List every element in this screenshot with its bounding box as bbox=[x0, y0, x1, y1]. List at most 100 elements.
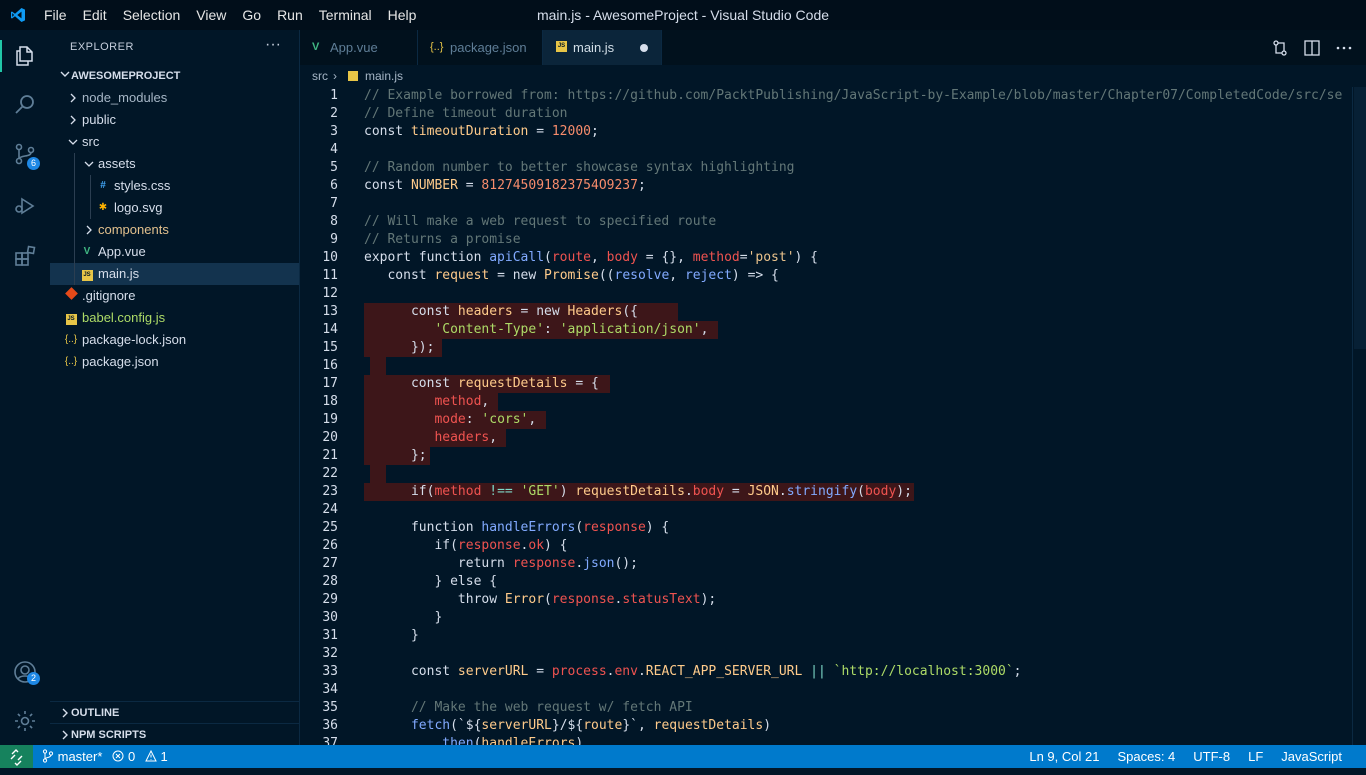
json-file-icon: {..} bbox=[64, 334, 78, 345]
code-token: }`, bbox=[622, 718, 654, 733]
code-token: response bbox=[457, 538, 521, 553]
code-token: ( bbox=[544, 250, 552, 265]
menu-go[interactable]: Go bbox=[234, 0, 269, 30]
code-line: 14 'Content-Type': 'application/json', bbox=[300, 321, 1352, 339]
tree-file[interactable]: ✱ logo.svg bbox=[50, 197, 299, 219]
code-token: 'application/json' bbox=[559, 322, 701, 337]
breadcrumb-separator: › bbox=[333, 69, 337, 83]
line-code: export function apiCall(route, body = {}… bbox=[364, 249, 818, 267]
tree-file[interactable]: JS main.js bbox=[50, 263, 299, 285]
code-token: process bbox=[551, 664, 607, 679]
tree-item-label: styles.css bbox=[114, 178, 171, 193]
code-token: serverURL bbox=[457, 664, 529, 679]
breadcrumb: src › main.js bbox=[300, 65, 1366, 87]
line-number: 26 bbox=[322, 538, 338, 553]
menu-terminal[interactable]: Terminal bbox=[311, 0, 380, 30]
npm-scripts-panel-header[interactable]: NPM SCRIPTS bbox=[50, 723, 299, 746]
line-number: 1 bbox=[330, 88, 338, 103]
code-token: response bbox=[512, 556, 576, 571]
line-code: .then(handleErrors) bbox=[364, 735, 583, 745]
indentation[interactable]: Spaces: 4 bbox=[1117, 745, 1175, 768]
tree-folder[interactable]: assets bbox=[50, 153, 299, 175]
more-actions-icon[interactable]: ··· bbox=[265, 36, 281, 54]
menu-view[interactable]: View bbox=[188, 0, 234, 30]
code-token: , bbox=[591, 250, 607, 265]
line-number: 30 bbox=[322, 610, 338, 625]
remote-indicator[interactable] bbox=[0, 745, 33, 768]
breadcrumb-folder[interactable]: src bbox=[312, 65, 328, 87]
code-line: 28 } else { bbox=[300, 573, 1352, 591]
split-editor-icon[interactable] bbox=[1302, 38, 1322, 58]
cursor-position[interactable]: Ln 9, Col 21 bbox=[1029, 745, 1099, 768]
run-debug-icon[interactable] bbox=[13, 194, 37, 218]
tab-label: App.vue bbox=[330, 40, 378, 55]
title-bar: File Edit Selection View Go Run Terminal Help m… bbox=[0, 0, 1366, 30]
problems-indicator[interactable]: 0 1 bbox=[112, 745, 168, 768]
code-token: method bbox=[434, 394, 482, 409]
code-token: Error bbox=[504, 592, 545, 607]
git-file-icon bbox=[64, 287, 78, 303]
error-icon bbox=[112, 750, 124, 762]
outline-panel-header[interactable]: OUTLINE bbox=[50, 701, 299, 724]
tree-file[interactable]: V App.vue bbox=[50, 241, 299, 263]
code-editor[interactable]: 1 // Example borrowed from: https://githu… bbox=[300, 87, 1352, 745]
code-token: , bbox=[700, 322, 709, 337]
language-mode[interactable]: JavaScript bbox=[1281, 745, 1342, 768]
chevron-right-icon bbox=[62, 708, 68, 718]
tree-folder[interactable]: public bbox=[50, 109, 299, 131]
tab-app-vue[interactable]: V App.vue bbox=[300, 30, 418, 65]
tree-file[interactable]: .gitignore bbox=[50, 285, 299, 307]
tree-folder[interactable]: node_modules bbox=[50, 87, 299, 109]
chevron-right-icon bbox=[62, 730, 68, 740]
more-actions-icon[interactable] bbox=[1334, 38, 1354, 58]
code-token: route bbox=[583, 718, 623, 733]
js-file-icon: JS bbox=[80, 267, 94, 281]
code-token: : bbox=[544, 322, 560, 337]
unsaved-dot-icon[interactable] bbox=[640, 44, 648, 52]
code-token: headers bbox=[434, 430, 490, 445]
menu-help[interactable]: Help bbox=[380, 0, 425, 30]
line-code: const serverURL = process.env.REACT_APP_… bbox=[364, 663, 1022, 681]
editor-scrollbar[interactable] bbox=[1352, 87, 1366, 745]
active-indicator bbox=[0, 40, 2, 72]
code-token: ) bbox=[575, 736, 584, 745]
tree-file[interactable]: JS babel.config.js bbox=[50, 307, 299, 329]
code-token: mode bbox=[434, 412, 466, 427]
error-count: 0 bbox=[128, 749, 136, 764]
line-code: // Returns a promise bbox=[364, 231, 521, 249]
branch-indicator[interactable]: master* bbox=[42, 745, 102, 768]
menu-edit[interactable]: Edit bbox=[75, 0, 115, 30]
project-folder-header[interactable]: AWESOMEPROJECT bbox=[50, 66, 299, 86]
breadcrumb-file[interactable]: main.js bbox=[365, 65, 403, 87]
scrollbar-thumb[interactable] bbox=[1354, 87, 1366, 349]
tree-file[interactable]: {..} package-lock.json bbox=[50, 329, 299, 351]
tab-package-json[interactable]: {..} package.json bbox=[418, 30, 543, 65]
extensions-icon[interactable] bbox=[13, 244, 37, 268]
line-number: 7 bbox=[330, 196, 338, 211]
settings-gear-icon[interactable] bbox=[13, 709, 37, 733]
code-token: ( bbox=[575, 520, 584, 535]
code-token: // Random number to better showcase synt… bbox=[364, 160, 795, 175]
code-token: = bbox=[457, 178, 482, 193]
tree-folder[interactable]: src bbox=[50, 131, 299, 153]
files-icon[interactable] bbox=[13, 44, 37, 68]
tree-file[interactable]: # styles.css bbox=[50, 175, 299, 197]
search-icon[interactable] bbox=[13, 92, 37, 116]
menu-run[interactable]: Run bbox=[269, 0, 311, 30]
encoding[interactable]: UTF-8 bbox=[1193, 745, 1230, 768]
code-line: 21 }; bbox=[300, 447, 1352, 465]
js-file-icon: JS bbox=[64, 311, 78, 325]
code-token: 'Content-Type' bbox=[434, 322, 545, 337]
menu-file[interactable]: File bbox=[36, 0, 75, 30]
line-number: 22 bbox=[322, 466, 338, 481]
tab-main-js[interactable]: JS main.js bbox=[543, 30, 662, 66]
open-changes-icon[interactable] bbox=[1270, 38, 1290, 58]
tree-file[interactable]: {..} package.json bbox=[50, 351, 299, 373]
code-token: throw bbox=[364, 592, 505, 607]
tree-folder[interactable]: components bbox=[50, 219, 299, 241]
end-of-line[interactable]: LF bbox=[1248, 745, 1263, 768]
menu-selection[interactable]: Selection bbox=[115, 0, 189, 30]
code-token: export function bbox=[364, 250, 490, 265]
